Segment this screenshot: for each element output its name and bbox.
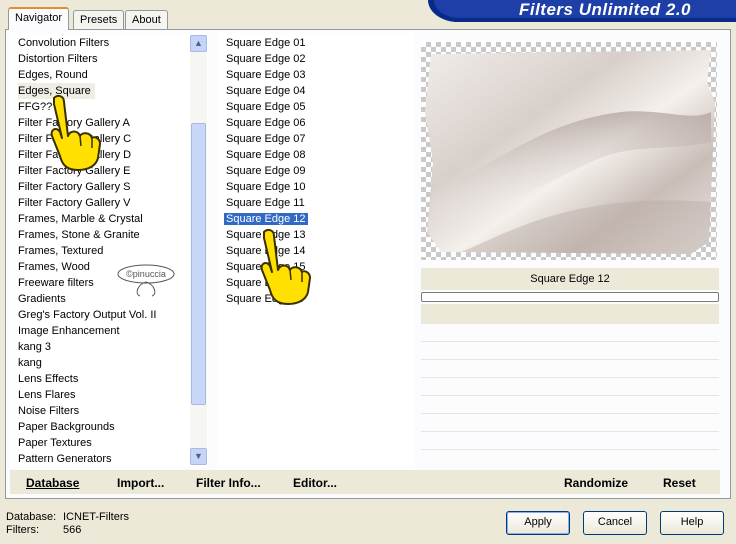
filter-item[interactable]: Square Edge 10 xyxy=(218,179,414,195)
category-item[interactable]: Filter Factory Gallery A xyxy=(10,115,208,131)
filter-item[interactable]: Square Edge 11 xyxy=(218,195,414,211)
category-item[interactable]: Paper Textures xyxy=(10,435,208,451)
help-button[interactable]: Help xyxy=(660,511,724,535)
category-item[interactable]: Lens Flares xyxy=(10,387,208,403)
apply-button[interactable]: Apply xyxy=(506,511,570,535)
filter-item[interactable]: Square Edge 01 xyxy=(218,35,414,51)
filter-item-label: Square Edge 08 xyxy=(226,149,306,161)
tab-navigator[interactable]: Navigator xyxy=(8,7,70,30)
editor-button[interactable]: Editor... xyxy=(293,476,337,490)
filter-item-label: Square Edge 12 xyxy=(224,213,308,225)
category-list[interactable]: Convolution Filters Distortion Filters Edg… xyxy=(10,33,208,467)
filter-item-label: Square Edge 05 xyxy=(226,101,306,113)
filter-item[interactable]: Square Edge 15 xyxy=(218,259,414,275)
scroll-down-button[interactable]: ▼ xyxy=(190,448,207,465)
filter-info-button[interactable]: Filter Info... xyxy=(196,476,261,490)
category-item[interactable]: Filter Factory Gallery S xyxy=(10,179,208,195)
category-item[interactable]: Filter Factory Gallery C xyxy=(10,131,208,147)
import-button[interactable]: Import... xyxy=(117,476,164,490)
filter-preview xyxy=(421,42,717,260)
filter-item-label: Square Edge 07 xyxy=(226,133,306,145)
filter-item[interactable]: Square Edge 13 xyxy=(218,227,414,243)
filter-list[interactable]: Square Edge 01 Square Edge 02 Square Edge … xyxy=(218,33,414,467)
category-item[interactable]: Edges, Round xyxy=(10,67,208,83)
filter-item[interactable]: Square Edge 02 xyxy=(218,51,414,67)
progress-bar xyxy=(421,292,719,302)
reset-button[interactable]: Reset xyxy=(663,476,696,490)
category-item[interactable]: Filter Factory Gallery E xyxy=(10,163,208,179)
category-item[interactable]: Pattern Generators xyxy=(10,451,208,467)
filter-item-label: Square Edge 10 xyxy=(226,181,306,193)
category-item[interactable]: Frames, Textured xyxy=(10,243,208,259)
cancel-button[interactable]: Cancel xyxy=(583,511,647,535)
category-item[interactable]: Distortion Filters xyxy=(10,51,208,67)
category-scrollbar[interactable]: ▲ ▼ xyxy=(190,35,207,465)
filter-item-label: Square Edge 01 xyxy=(226,37,306,49)
category-item[interactable]: Noise Filters xyxy=(10,403,208,419)
filter-item[interactable]: Square Edge 04 xyxy=(218,83,414,99)
database-button[interactable]: Database xyxy=(26,476,79,490)
filters-count-label: Filters: xyxy=(6,524,39,536)
category-item[interactable]: Edges, Square xyxy=(10,83,208,99)
category-item[interactable]: Convolution Filters xyxy=(10,35,208,51)
category-item[interactable]: Filter Factory Gallery D xyxy=(10,147,208,163)
filter-item[interactable]: Square Edge 17 xyxy=(218,291,414,307)
scroll-thumb[interactable] xyxy=(191,123,206,405)
scroll-up-button[interactable]: ▲ xyxy=(190,35,207,52)
filter-item-label: Square Edge 03 xyxy=(226,69,306,81)
category-item[interactable]: Filter Factory Gallery V xyxy=(10,195,208,211)
watermark-logo: ©pinuccia xyxy=(116,262,176,298)
svg-text:©pinuccia: ©pinuccia xyxy=(126,269,166,279)
filters-count-value: 566 xyxy=(63,524,82,536)
category-item[interactable]: Gradients xyxy=(10,291,208,307)
category-item[interactable]: kang 3 xyxy=(10,339,208,355)
filter-item-label: Square Edge 02 xyxy=(226,53,306,65)
pointing-hand-icon xyxy=(50,94,101,171)
filter-item-label: Square Edge 06 xyxy=(226,117,306,129)
filter-item[interactable]: Square Edge 16 xyxy=(218,275,414,291)
tab-presets[interactable]: Presets xyxy=(73,10,125,29)
filter-item-label: Square Edge 04 xyxy=(226,85,306,97)
category-item[interactable]: Frames, Marble & Crystal xyxy=(10,211,208,227)
category-item[interactable]: Image Enhancement xyxy=(10,323,208,339)
app-title: Filters Unlimited 2.0 xyxy=(518,0,692,19)
category-item[interactable]: Greg's Factory Output Vol. II xyxy=(10,307,208,323)
tab-about[interactable]: About xyxy=(125,10,168,29)
filter-item[interactable]: Square Edge 12 xyxy=(218,211,414,227)
filter-item[interactable]: Square Edge 09 xyxy=(218,163,414,179)
category-item[interactable]: kang xyxy=(10,355,208,371)
pointing-hand-icon xyxy=(260,228,311,305)
filter-item[interactable]: Square Edge 08 xyxy=(218,147,414,163)
database-label: Database: xyxy=(6,511,57,523)
category-item[interactable]: Frames, Wood xyxy=(10,259,208,275)
parameter-area xyxy=(421,304,719,464)
filter-item-label: Square Edge 09 xyxy=(226,165,306,177)
category-item[interactable]: FFG??? xyxy=(10,99,208,115)
filter-item[interactable]: Square Edge 07 xyxy=(218,131,414,147)
category-item[interactable]: Lens Effects xyxy=(10,371,208,387)
app-banner: Filters Unlimited 2.0 xyxy=(428,0,736,22)
preview-filter-name: Square Edge 12 xyxy=(421,268,719,290)
category-item[interactable]: Frames, Stone & Granite xyxy=(10,227,208,243)
filter-item[interactable]: Square Edge 06 xyxy=(218,115,414,131)
category-item[interactable]: Paper Backgrounds xyxy=(10,419,208,435)
database-value: ICNET-Filters xyxy=(63,511,129,523)
category-item[interactable]: Freeware filters xyxy=(10,275,208,291)
filter-item-label: Square Edge 11 xyxy=(226,197,305,209)
filter-item[interactable]: Square Edge 05 xyxy=(218,99,414,115)
filter-item[interactable]: Square Edge 14 xyxy=(218,243,414,259)
randomize-button[interactable]: Randomize xyxy=(564,476,628,490)
filter-item[interactable]: Square Edge 03 xyxy=(218,67,414,83)
